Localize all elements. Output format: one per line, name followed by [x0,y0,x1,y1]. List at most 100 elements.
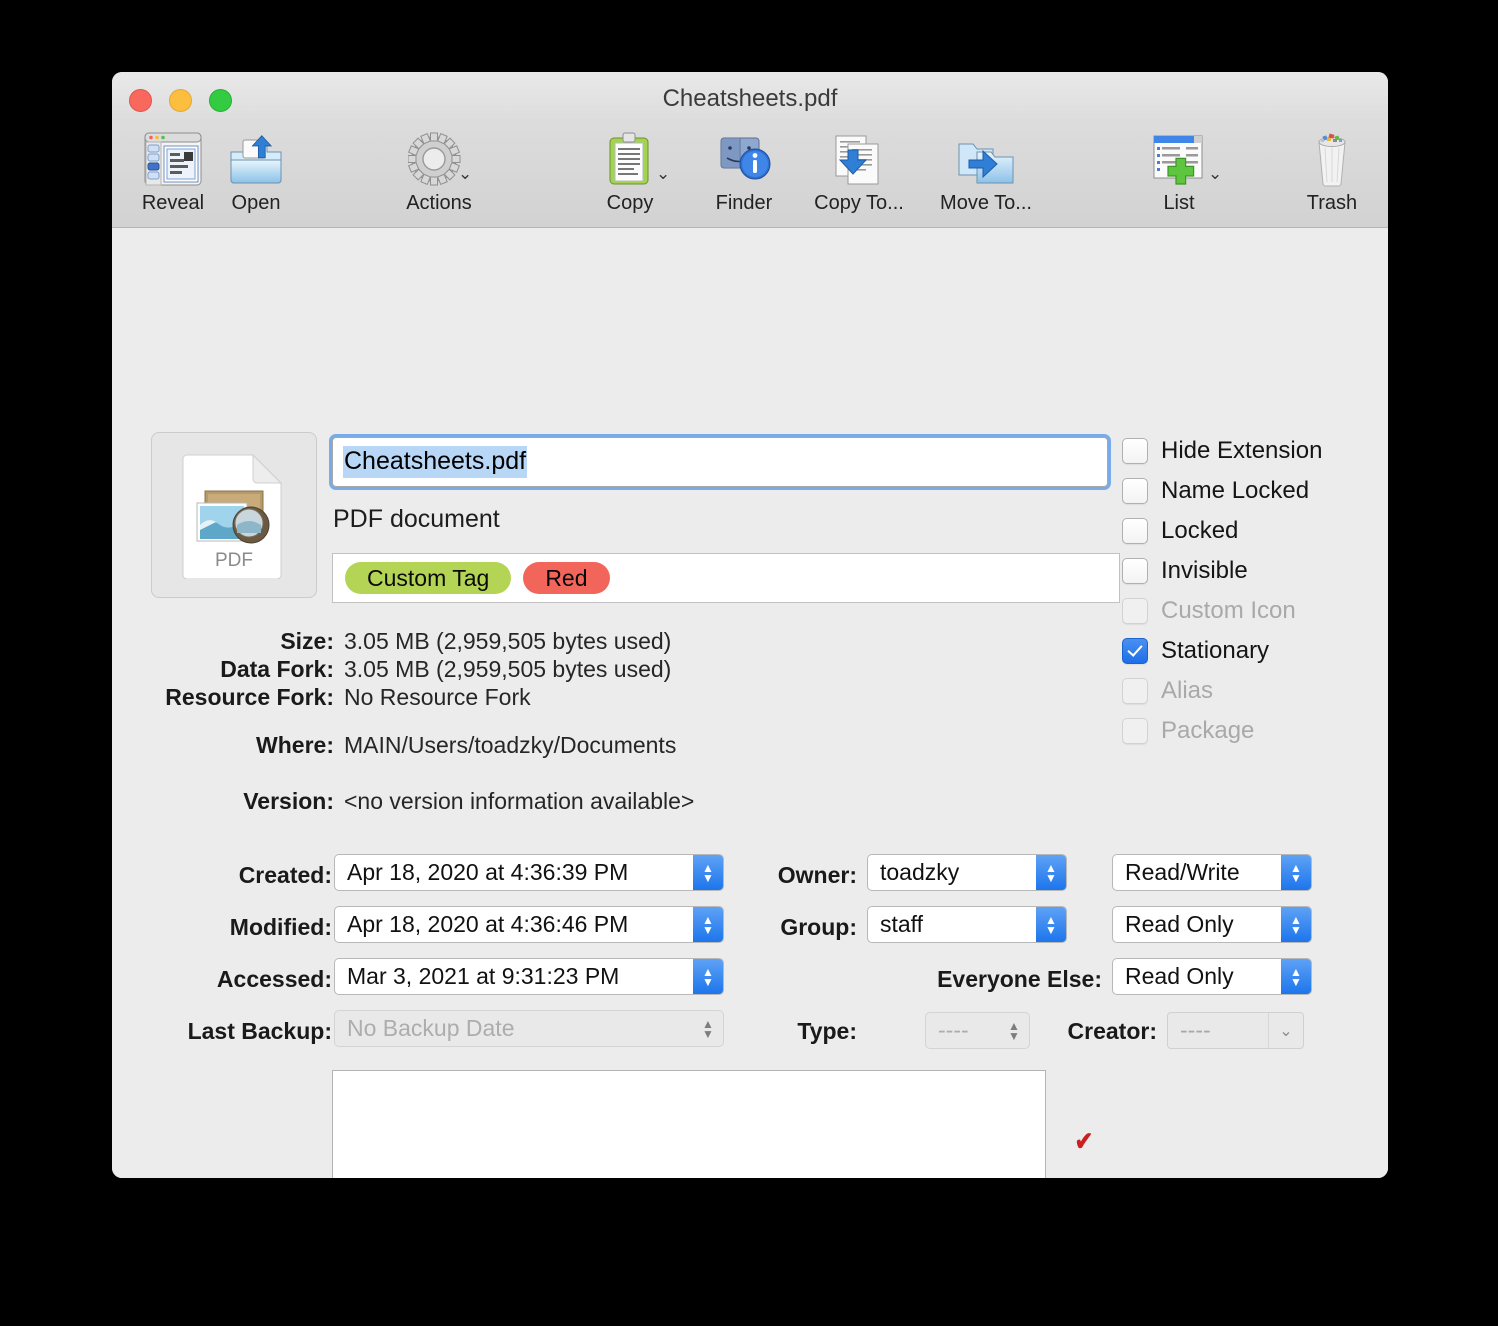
checkbox-stationary[interactable] [1122,638,1148,664]
toolbar-label-copy-to: Copy To... [798,192,920,215]
comments-textarea[interactable] [332,1070,1046,1178]
gear-icon [384,128,494,190]
tags-field[interactable]: Custom Tag Red [332,553,1120,603]
meta-label-version: Version: [148,788,344,815]
toolbar-button-actions[interactable]: ⌄ Actions [384,128,494,215]
owner-access-value: Read/Write [1113,859,1281,886]
group-access-value: Read Only [1113,911,1281,938]
list-add-icon [1142,128,1216,190]
checkbox-label-name-locked: Name Locked [1161,477,1309,505]
group-access-popup-arrows[interactable]: ▲▼ [1281,907,1311,942]
meta-row-resource-fork: Resource Fork: No Resource Fork [148,684,531,711]
label-everyone-else: Everyone Else: [857,966,1102,993]
accessed-date-stepper-buttons[interactable]: ▲▼ [693,959,723,994]
comments-saved-check-icon: ✔ [1075,1126,1094,1157]
chevron-down-icon-actions[interactable]: ⌄ [458,164,472,184]
checkbox-row-stationary[interactable]: Stationary [1122,631,1322,671]
toolbar-label-list: List [1142,192,1216,215]
label-creator: Creator: [992,1018,1157,1045]
attribute-flags-list: Hide Extension Name Locked Locked Invisi… [1122,431,1322,751]
tag-chip-red[interactable]: Red [523,562,609,594]
toolbar-button-list[interactable]: ⌄ List [1142,128,1216,215]
tag-chip-custom[interactable]: Custom Tag [345,562,511,594]
checkbox-row-locked[interactable]: Locked [1122,511,1322,551]
checkbox-row-invisible[interactable]: Invisible [1122,551,1322,591]
toolbar-button-move-to[interactable]: Move To... [922,128,1050,215]
chevron-down-icon-creator: ⌄ [1268,1013,1303,1048]
toolbar-button-copy-to[interactable]: Copy To... [798,128,920,215]
checkbox-label-custom-icon: Custom Icon [1161,597,1296,625]
checkbox-label-invisible: Invisible [1161,557,1248,585]
meta-label-data-fork: Data Fork: [148,656,344,683]
owner-access-popup-arrows[interactable]: ▲▼ [1281,855,1311,890]
move-to-folder-icon [922,128,1050,190]
checkbox-locked[interactable] [1122,518,1148,544]
toolbar: Reveal Open [112,124,1388,228]
owner-access-popup[interactable]: Read/Write ▲▼ [1112,854,1312,891]
toolbar-button-trash[interactable]: Trash [1290,128,1374,215]
label-type: Type: [762,1018,857,1045]
pdf-file-icon: PDF [179,451,289,579]
toolbar-label-open: Open [216,192,296,215]
group-popup-arrows[interactable]: ▲▼ [1036,907,1066,942]
file-name-input[interactable]: Cheatsheets.pdf [332,437,1108,487]
created-date-stepper[interactable]: Apr 18, 2020 at 4:36:39 PM ▲▼ [334,854,724,891]
checkbox-row-package: Package [1122,711,1322,751]
everyone-access-popup[interactable]: Read Only ▲▼ [1112,958,1312,995]
last-backup-stepper-buttons: ▲▼ [693,1011,723,1046]
modified-date-value: Apr 18, 2020 at 4:36:46 PM [335,911,693,938]
owner-popup[interactable]: toadzky ▲▼ [867,854,1067,891]
toolbar-button-copy[interactable]: ⌄ Copy [594,128,666,215]
checkbox-row-custom-icon: Custom Icon [1122,591,1322,631]
file-kind-label: PDF document [333,505,500,534]
meta-value-data-fork: 3.05 MB (2,959,505 bytes used) [344,656,671,683]
checkbox-label-stationary: Stationary [1161,637,1269,665]
checkbox-name-locked[interactable] [1122,478,1148,504]
label-accessed: Accessed: [152,966,332,993]
title-bar: Cheatsheets.pdf [112,72,1388,124]
owner-popup-arrows[interactable]: ▲▼ [1036,855,1066,890]
label-modified: Modified: [152,914,332,941]
accessed-date-stepper[interactable]: Mar 3, 2021 at 9:31:23 PM ▲▼ [334,958,724,995]
checkbox-row-alias: Alias [1122,671,1322,711]
checkbox-label-locked: Locked [1161,517,1238,545]
meta-value-version: <no version information available> [344,788,694,815]
toolbar-button-reveal[interactable]: Reveal [126,128,220,215]
checkbox-row-hide-extension[interactable]: Hide Extension [1122,431,1322,471]
meta-row-where: Where: MAIN/Users/toadzky/Documents [148,732,676,759]
toolbar-label-move-to: Move To... [922,192,1050,215]
label-group: Group: [692,914,857,941]
toolbar-label-copy: Copy [594,192,666,215]
chevron-down-icon-list[interactable]: ⌄ [1208,164,1222,184]
label-created: Created: [152,862,332,889]
file-info-window: Cheatsheets.pdf [112,72,1388,1178]
trash-icon [1290,128,1374,190]
checkbox-invisible[interactable] [1122,558,1148,584]
toolbar-label-finder: Finder [698,192,790,215]
owner-value: toadzky [868,859,1036,886]
meta-value-resource-fork: No Resource Fork [344,684,531,711]
info-pane: PDF Cheatsheets.pdf PDF document Custom … [112,228,1388,1178]
checkbox-label-alias: Alias [1161,677,1213,705]
label-owner: Owner: [692,862,857,889]
file-icon-well[interactable]: PDF [151,432,317,598]
checkbox-label-package: Package [1161,717,1254,745]
meta-row-size: Size: 3.05 MB (2,959,505 bytes used) [148,628,671,655]
checkbox-hide-extension[interactable] [1122,438,1148,464]
checkbox-row-name-locked[interactable]: Name Locked [1122,471,1322,511]
last-backup-stepper: No Backup Date ▲▼ [334,1010,724,1047]
last-backup-value: No Backup Date [335,1015,693,1042]
meta-value-size: 3.05 MB (2,959,505 bytes used) [344,628,671,655]
group-popup[interactable]: staff ▲▼ [867,906,1067,943]
copy-to-docs-icon [798,128,920,190]
checkbox-label-hide-extension: Hide Extension [1161,437,1322,465]
meta-row-version: Version: <no version information availab… [148,788,694,815]
label-last-backup: Last Backup: [132,1018,332,1045]
toolbar-button-open[interactable]: Open [216,128,296,215]
modified-date-stepper[interactable]: Apr 18, 2020 at 4:36:46 PM ▲▼ [334,906,724,943]
group-access-popup[interactable]: Read Only ▲▼ [1112,906,1312,943]
toolbar-label-reveal: Reveal [126,192,220,215]
toolbar-button-finder[interactable]: Finder [698,128,790,215]
everyone-access-popup-arrows[interactable]: ▲▼ [1281,959,1311,994]
chevron-down-icon-copy[interactable]: ⌄ [656,164,670,184]
